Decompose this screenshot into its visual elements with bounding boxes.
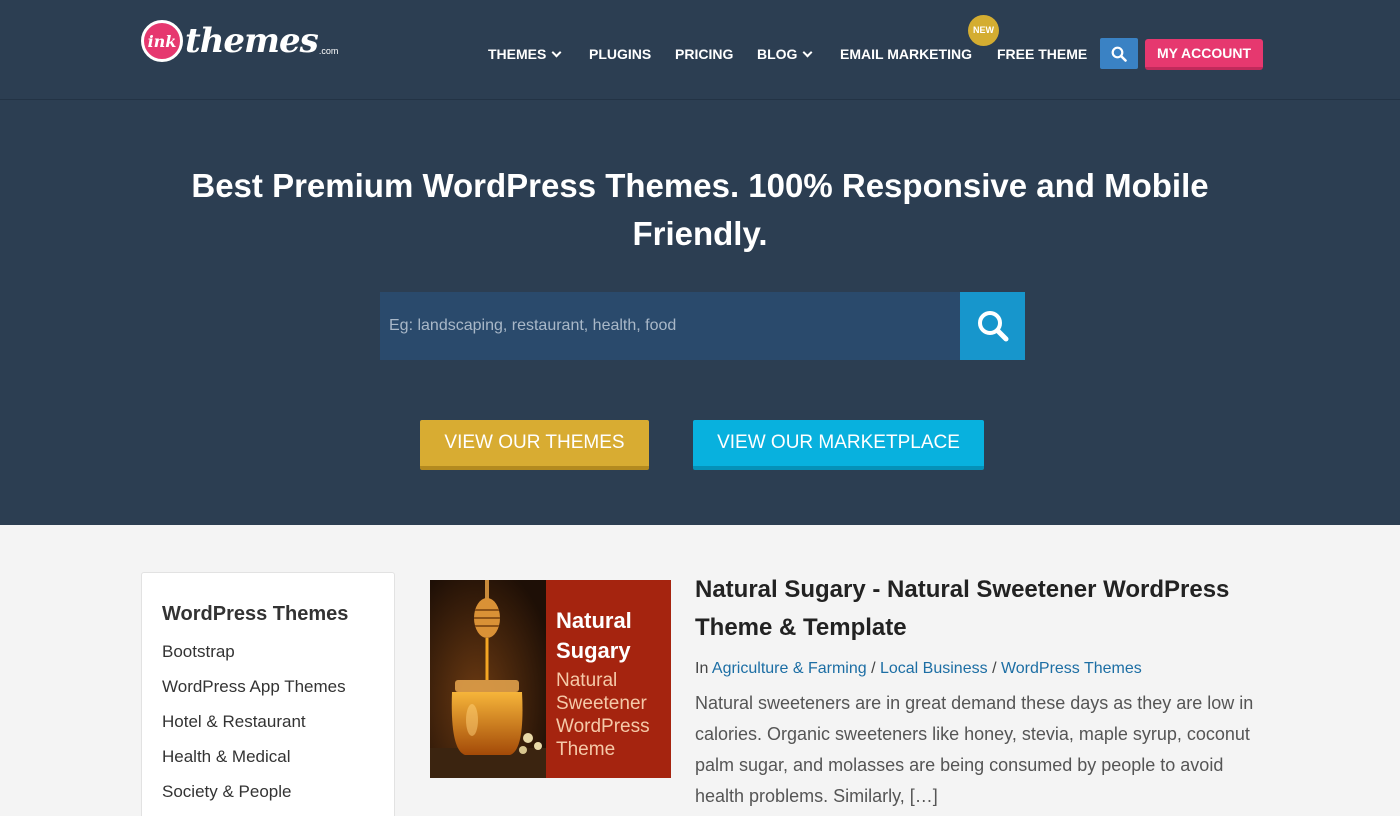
logo-tld: .com — [318, 46, 339, 56]
logo-mark: ink — [141, 20, 183, 62]
nav-email-marketing[interactable]: EMAIL MARKETING — [840, 40, 972, 68]
my-account-button[interactable]: MY ACCOUNT — [1145, 39, 1263, 70]
sidebar-item-wordpress-app-themes[interactable]: WordPress App Themes — [162, 676, 346, 711]
nav-pricing[interactable]: PRICING — [675, 40, 733, 68]
nav-pricing-label: PRICING — [675, 46, 734, 62]
site-header: ink themes .com THEMES PLUGINS PRICING B… — [0, 0, 1400, 100]
post-excerpt: Natural sweeteners are in great demand t… — [695, 693, 1254, 806]
thumb-line-1: Natural — [556, 608, 632, 633]
category-link-local-business[interactable]: Local Business — [880, 660, 988, 677]
nav-free-theme[interactable]: FREE THEME — [997, 40, 1087, 68]
search-icon — [1111, 46, 1127, 62]
post-categories: In Agriculture & Farming / Local Busines… — [695, 660, 1142, 678]
nav-plugins-label: PLUGINS — [589, 46, 652, 62]
logo-wordmark: themes — [185, 21, 319, 61]
search-icon — [977, 311, 1008, 342]
nav-themes[interactable]: THEMES — [488, 40, 562, 68]
sidebar-categories: WordPress Themes Bootstrap WordPress App… — [141, 572, 395, 816]
nav-plugins[interactable]: PLUGINS — [589, 40, 651, 68]
sidebar-item-health-medical[interactable]: Health & Medical — [162, 746, 346, 781]
post-meta-prefix: In — [695, 660, 709, 677]
nav-themes-label: THEMES — [488, 46, 547, 62]
category-separator: / — [871, 660, 876, 677]
theme-search-button[interactable] — [960, 292, 1025, 360]
sidebar-list: Bootstrap WordPress App Themes Hotel & R… — [162, 641, 346, 816]
chevron-down-icon — [803, 47, 813, 58]
hero-section: Best Premium WordPress Themes. 100% Resp… — [0, 100, 1400, 525]
hero-title: Best Premium WordPress Themes. 100% Resp… — [191, 167, 1209, 252]
sidebar-item-bootstrap[interactable]: Bootstrap — [162, 641, 346, 676]
honey-jar-illustration: Natural Sugary Natural Sweetener WordPre… — [430, 580, 671, 778]
category-link-agriculture-farming[interactable]: Agriculture & Farming — [712, 660, 867, 677]
thumb-line-4: Sweetener — [556, 693, 648, 714]
nav-email-marketing-label: EMAIL MARKETING — [840, 46, 972, 62]
thumb-line-5: WordPress — [556, 716, 650, 737]
nav-free-theme-label: FREE THEME — [997, 46, 1088, 62]
header-search-button[interactable] — [1100, 38, 1138, 69]
category-separator: / — [992, 660, 997, 677]
chevron-down-icon — [551, 47, 562, 58]
sidebar-item-hotel-restaurant[interactable]: Hotel & Restaurant — [162, 711, 346, 746]
thumb-line-2: Sugary — [556, 638, 631, 663]
sidebar-item-society-people[interactable]: Society & People — [162, 781, 346, 816]
thumb-line-6: Theme — [556, 739, 615, 760]
view-marketplace-button[interactable]: VIEW OUR MARKETPLACE — [693, 420, 984, 470]
nav-blog-label: BLOG — [757, 46, 798, 62]
category-link-wordpress-themes[interactable]: WordPress Themes — [1001, 660, 1142, 677]
site-logo[interactable]: ink themes .com — [141, 20, 338, 62]
new-badge: NEW — [968, 15, 999, 46]
theme-search-input[interactable] — [380, 292, 960, 360]
sidebar-title: WordPress Themes — [162, 603, 349, 625]
nav-blog[interactable]: BLOG — [757, 40, 813, 68]
thumb-line-3: Natural — [556, 670, 617, 691]
view-themes-button[interactable]: VIEW OUR THEMES — [420, 420, 649, 470]
post-thumbnail[interactable]: Natural Sugary Natural Sweetener WordPre… — [430, 580, 671, 778]
post-title-link[interactable]: Natural Sugary - Natural Sweetener WordP… — [695, 571, 1275, 647]
